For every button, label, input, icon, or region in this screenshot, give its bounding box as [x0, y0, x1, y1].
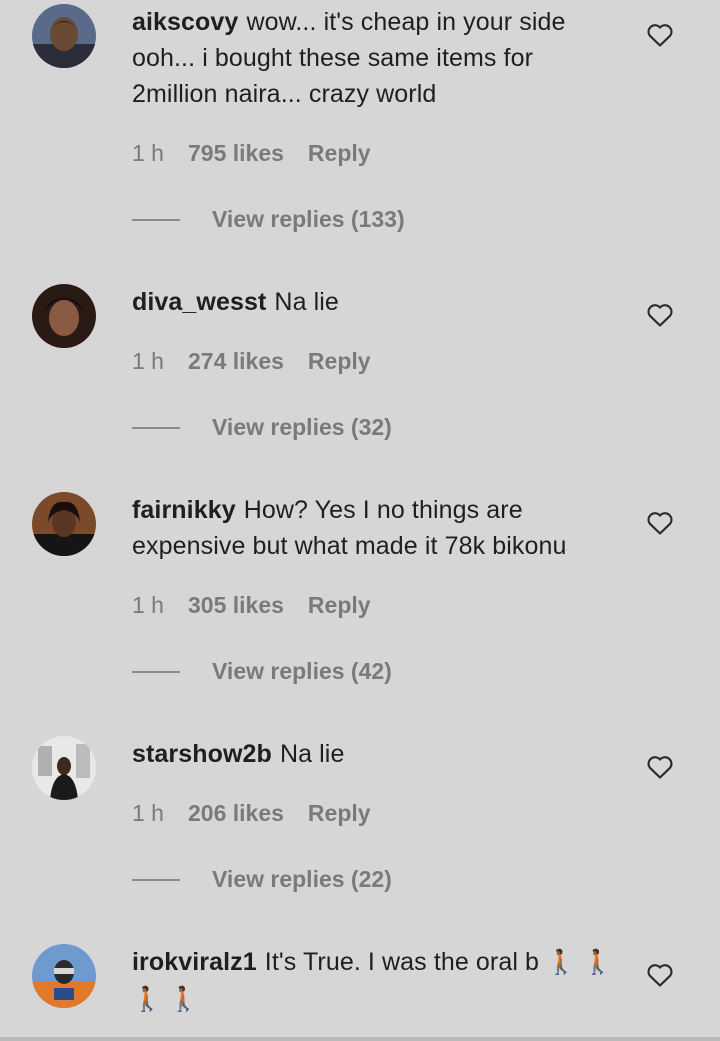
comment-meta: 1 h 305 likes Reply — [132, 592, 371, 619]
view-replies-button[interactable]: View replies (133) — [132, 206, 405, 233]
comment-text: aikscovy wow... it's cheap in your side o… — [132, 4, 622, 112]
view-replies-label: View replies (22) — [212, 866, 392, 892]
avatar[interactable] — [32, 736, 96, 800]
comment-body: Na lie — [274, 288, 339, 316]
comment-username[interactable]: starshow2b — [132, 740, 272, 768]
view-replies-label: View replies (42) — [212, 658, 392, 684]
heart-outline-icon[interactable] — [646, 754, 674, 780]
view-replies-label: View replies (133) — [212, 206, 405, 232]
divider-line — [132, 426, 180, 429]
heart-outline-icon[interactable] — [646, 302, 674, 328]
view-replies-label: View replies (32) — [212, 414, 392, 440]
comment-text: diva_wesst Na lie — [132, 284, 622, 320]
comment-likes[interactable]: 305 likes — [188, 592, 284, 619]
avatar[interactable] — [32, 284, 96, 348]
comment-time: 1 h — [132, 140, 164, 166]
comment-likes[interactable]: 795 likes — [188, 140, 284, 167]
divider-line — [132, 218, 180, 221]
comment-meta: 1 h 795 likes Reply — [132, 140, 371, 167]
heart-outline-icon[interactable] — [646, 22, 674, 48]
comment-meta: 1 h 274 likes Reply — [132, 348, 371, 375]
comment-body: It's True. I was the oral b — [264, 948, 540, 976]
comment-username[interactable]: irokviralz1 — [132, 948, 257, 976]
avatar[interactable] — [32, 944, 96, 1008]
heart-outline-icon[interactable] — [646, 962, 674, 988]
comment-time: 1 h — [132, 348, 164, 374]
reply-button[interactable]: Reply — [308, 140, 371, 167]
reply-button[interactable]: Reply — [308, 348, 371, 375]
comment-text: starshow2b Na lie — [132, 736, 622, 772]
comment-text: fairnikky How? Yes I no things are expens… — [132, 492, 622, 564]
comment-meta: 1 h 206 likes Reply — [132, 800, 371, 827]
avatar[interactable] — [32, 492, 96, 556]
comment-body: Na lie — [279, 740, 345, 768]
view-replies-button[interactable]: View replies (42) — [132, 658, 392, 685]
heart-outline-icon[interactable] — [646, 510, 674, 536]
view-replies-button[interactable]: View replies (22) — [132, 866, 392, 893]
comment-username[interactable]: diva_wesst — [132, 288, 266, 316]
comment-time: 1 h — [132, 592, 164, 618]
bottom-divider — [0, 1037, 720, 1041]
comment-text: irokviralz1 It's True. I was the oral b 🚶… — [132, 944, 622, 1018]
comment-username[interactable]: aikscovy — [132, 8, 238, 36]
comment-likes[interactable]: 206 likes — [188, 800, 284, 827]
reply-button[interactable]: Reply — [308, 592, 371, 619]
comment-time: 1 h — [132, 800, 164, 826]
view-replies-button[interactable]: View replies (32) — [132, 414, 392, 441]
divider-line — [132, 878, 180, 881]
divider-line — [132, 670, 180, 673]
comment-likes[interactable]: 274 likes — [188, 348, 284, 375]
reply-button[interactable]: Reply — [308, 800, 371, 827]
avatar[interactable] — [32, 4, 96, 68]
comment-username[interactable]: fairnikky — [132, 496, 236, 524]
